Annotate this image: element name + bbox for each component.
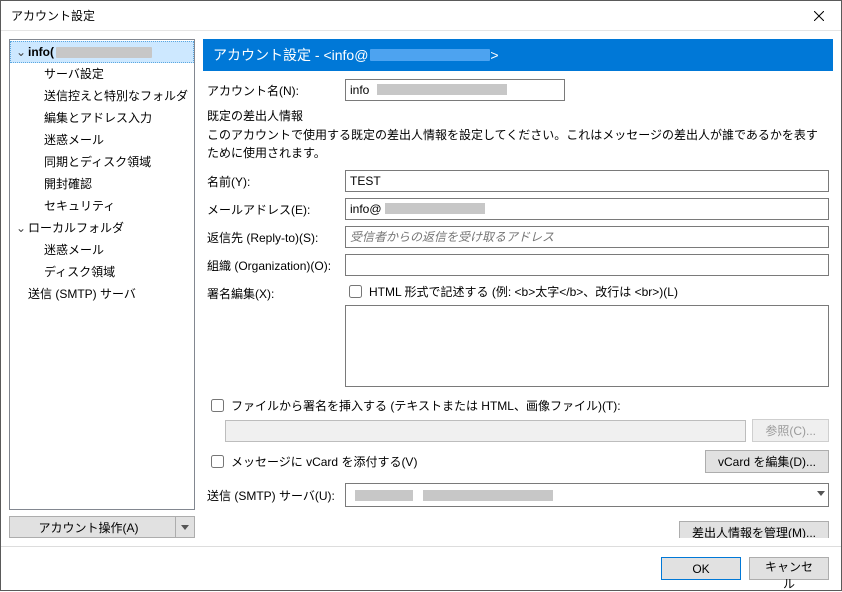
- panel-header-prefix: アカウント設定 - <info@: [213, 45, 368, 65]
- account-name-input[interactable]: [345, 79, 565, 101]
- dialog-window: アカウント設定 ⌄ info( サーバ設定 送信控えと特別なフォルダ 編集とアド…: [0, 0, 842, 591]
- tree-local-junk[interactable]: 迷惑メール: [10, 239, 194, 261]
- caret-down-icon: [181, 525, 189, 530]
- vcard-option: メッセージに vCard を添付する(V): [207, 452, 705, 471]
- close-icon: [814, 11, 824, 21]
- file-signature-label: ファイルから署名を挿入する (テキストまたは HTML、画像ファイル)(T):: [231, 397, 621, 414]
- row-email: メールアドレス(E):: [207, 198, 829, 220]
- tree-smtp[interactable]: 送信 (SMTP) サーバ: [10, 283, 194, 305]
- default-identity-desc: このアカウントで使用する既定の差出人情報を設定してください。これはメッセージの差…: [207, 126, 829, 162]
- account-actions: アカウント操作(A): [9, 516, 195, 538]
- tree-item-server[interactable]: サーバ設定: [10, 63, 194, 85]
- masked-text: [370, 49, 490, 61]
- tree-local-disk[interactable]: ディスク領域: [10, 261, 194, 283]
- signature-textarea[interactable]: [345, 305, 829, 387]
- name-label: 名前(Y):: [207, 173, 337, 190]
- masked-text: [56, 47, 152, 58]
- vcard-label: メッセージに vCard を添付する(V): [231, 453, 417, 470]
- default-identity-title: 既定の差出人情報: [207, 107, 829, 124]
- account-actions-dropdown[interactable]: [175, 516, 195, 538]
- name-input[interactable]: [345, 170, 829, 192]
- org-input[interactable]: [345, 254, 829, 276]
- signature-html-checkbox[interactable]: [349, 285, 362, 298]
- panel-header: アカウント設定 - <info@ >: [203, 39, 833, 71]
- tree-item-junk[interactable]: 迷惑メール: [10, 129, 194, 151]
- account-name-label: アカウント名(N):: [207, 82, 337, 99]
- email-input[interactable]: [345, 198, 829, 220]
- row-org: 組織 (Organization)(O):: [207, 254, 829, 276]
- file-signature-path: [225, 420, 746, 442]
- row-name: 名前(Y):: [207, 170, 829, 192]
- account-actions-button[interactable]: アカウント操作(A): [9, 516, 176, 538]
- vcard-edit-button[interactable]: vCard を編集(D)...: [705, 450, 829, 473]
- row-smtp: 送信 (SMTP) サーバ(U):: [207, 483, 829, 507]
- tree-account-root[interactable]: ⌄ info(: [10, 41, 194, 63]
- row-account-name: アカウント名(N):: [207, 79, 829, 101]
- tree-item-receipts[interactable]: 開封確認: [10, 173, 194, 195]
- signature-label: 署名編集(X):: [207, 282, 337, 302]
- panel-header-suffix: >: [490, 47, 498, 63]
- file-signature-checkbox[interactable]: [211, 399, 224, 412]
- titlebar: アカウント設定: [1, 1, 841, 31]
- smtp-label: 送信 (SMTP) サーバ(U):: [207, 487, 337, 504]
- signature-html-option: HTML 形式で記述する (例: <b>太字</b>、改行は <br>)(L): [345, 282, 829, 301]
- email-label: メールアドレス(E):: [207, 201, 337, 218]
- row-signature: 署名編集(X): HTML 形式で記述する (例: <b>太字</b>、改行は …: [207, 282, 829, 390]
- org-label: 組織 (Organization)(O):: [207, 257, 337, 274]
- ok-button[interactable]: OK: [661, 557, 741, 580]
- cancel-button[interactable]: キャンセル: [749, 557, 829, 580]
- signature-html-label: HTML 形式で記述する (例: <b>太字</b>、改行は <br>)(L): [369, 283, 678, 300]
- browse-button: 参照(C)...: [752, 419, 829, 442]
- sidebar: ⌄ info( サーバ設定 送信控えと特別なフォルダ 編集とアドレス入力 迷惑メ…: [9, 39, 195, 538]
- smtp-select[interactable]: [345, 483, 829, 507]
- manage-identities-button[interactable]: 差出人情報を管理(M)...: [679, 521, 829, 538]
- caret-down-icon: ⌄: [16, 219, 28, 237]
- dialog-footer: OK キャンセル: [1, 546, 841, 590]
- file-signature-row: 参照(C)...: [207, 419, 829, 442]
- account-tree[interactable]: ⌄ info( サーバ設定 送信控えと特別なフォルダ 編集とアドレス入力 迷惑メ…: [9, 39, 195, 510]
- tree-item-copies[interactable]: 送信控えと特別なフォルダ: [10, 85, 194, 107]
- tree-item-security[interactable]: セキュリティ: [10, 195, 194, 217]
- row-replyto: 返信先 (Reply-to)(S):: [207, 226, 829, 248]
- replyto-label: 返信先 (Reply-to)(S):: [207, 229, 337, 246]
- content-area: ⌄ info( サーバ設定 送信控えと特別なフォルダ 編集とアドレス入力 迷惑メ…: [1, 31, 841, 546]
- tree-account-label: info(: [28, 45, 54, 59]
- window-title: アカウント設定: [11, 7, 796, 24]
- tree-item-sync[interactable]: 同期とディスク領域: [10, 151, 194, 173]
- close-button[interactable]: [796, 1, 841, 31]
- manage-row: 差出人情報を管理(M)...: [207, 521, 829, 538]
- caret-down-icon: ⌄: [16, 43, 28, 61]
- vcard-checkbox[interactable]: [211, 455, 224, 468]
- main-panel: アカウント設定 - <info@ > アカウント名(N): 既定の差出人情報 こ…: [203, 39, 833, 538]
- form-area: アカウント名(N): 既定の差出人情報 このアカウントで使用する既定の差出人情報…: [203, 71, 833, 538]
- tree-local-root[interactable]: ⌄ ローカルフォルダ: [10, 217, 194, 239]
- tree-item-compose[interactable]: 編集とアドレス入力: [10, 107, 194, 129]
- replyto-input[interactable]: [345, 226, 829, 248]
- file-signature-option: ファイルから署名を挿入する (テキストまたは HTML、画像ファイル)(T):: [207, 396, 829, 415]
- vcard-row: メッセージに vCard を添付する(V) vCard を編集(D)...: [207, 450, 829, 473]
